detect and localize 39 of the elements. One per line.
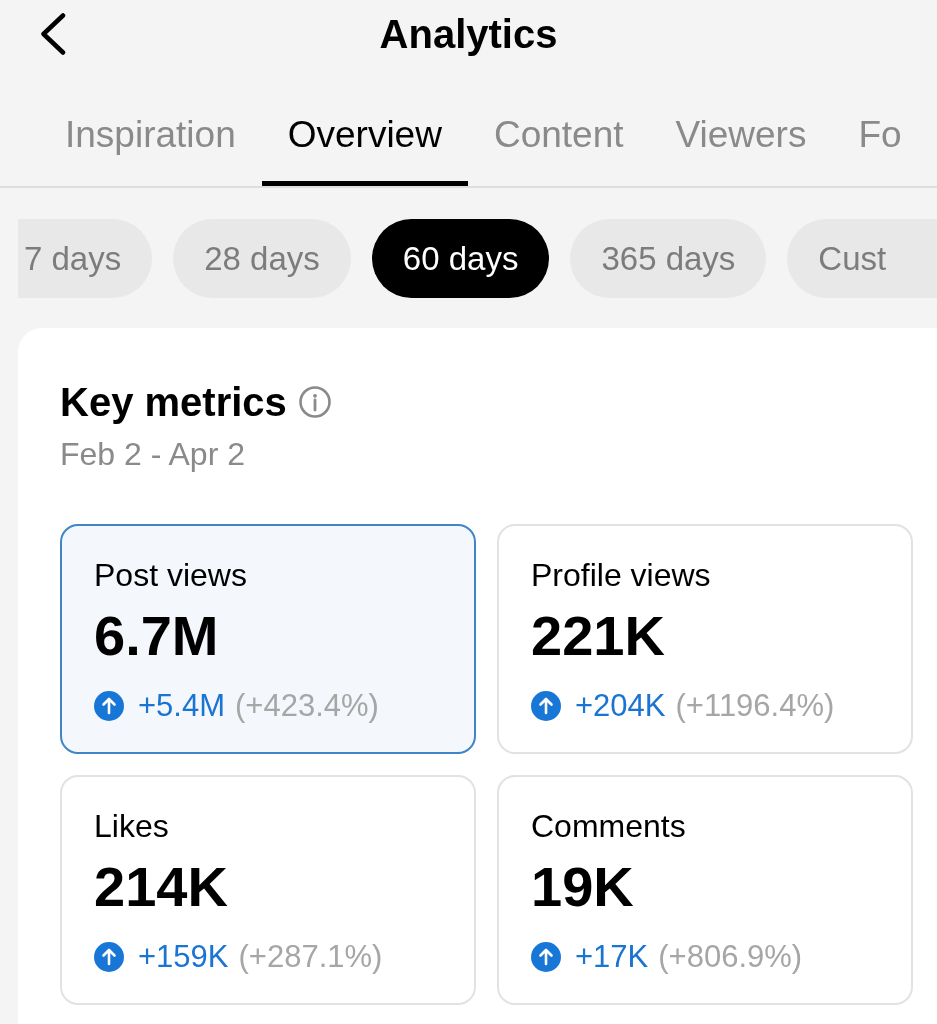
arrow-up-circle-icon	[94, 942, 124, 972]
date-range-chip[interactable]: 60 days	[371, 219, 550, 298]
tab[interactable]: Inspiration	[39, 100, 262, 186]
metric-label: Comments	[531, 807, 686, 845]
arrow-up-circle-icon	[94, 691, 124, 721]
change-percent: (+1196.4%)	[675, 688, 835, 724]
date-range-text: Feb 2 - Apr 2	[60, 436, 245, 472]
date-range-chip[interactable]: 7 days	[18, 219, 153, 298]
change-value: +17K	[575, 939, 649, 975]
arrow-up-circle-icon	[531, 942, 561, 972]
back-button[interactable]	[40, 13, 66, 55]
metric-label: Post views	[94, 556, 247, 594]
metric-label: Likes	[94, 807, 169, 845]
tab[interactable]: Content	[467, 100, 650, 186]
change-value: +204K	[575, 688, 666, 724]
page-title: Analytics	[379, 11, 558, 58]
metric-card[interactable]: Profile views 221K +204K (+1196.4%)	[497, 524, 913, 754]
chevron-left-icon	[40, 13, 66, 55]
change-value: +159K	[138, 939, 229, 975]
metric-card[interactable]: Post views 6.7M +5.4M (+423.4%)	[60, 524, 476, 754]
metric-label: Profile views	[531, 556, 711, 594]
metric-value: 6.7M	[94, 606, 219, 666]
metric-value: 214K	[94, 857, 228, 917]
metric-card[interactable]: Likes 214K +159K (+287.1%)	[60, 775, 476, 1005]
tab[interactable]: Viewers	[649, 100, 833, 186]
metric-value: 19K	[531, 857, 634, 917]
date-range-chip[interactable]: Cust	[787, 219, 937, 298]
tab[interactable]: Fo	[832, 100, 928, 186]
metric-card[interactable]: Comments 19K +17K (+806.9%)	[497, 775, 913, 1005]
metric-value: 221K	[531, 606, 665, 666]
date-range-chip[interactable]: 365 days	[570, 219, 767, 298]
date-range-chip[interactable]: 28 days	[173, 219, 351, 298]
change-percent: (+806.9%)	[658, 939, 803, 975]
info-icon[interactable]	[298, 386, 331, 418]
change-value: +5.4M	[138, 688, 226, 724]
arrow-up-circle-icon	[531, 691, 561, 721]
change-percent: (+287.1%)	[238, 939, 383, 975]
section-title: Key metrics	[60, 380, 287, 424]
change-percent: (+423.4%)	[235, 688, 379, 724]
